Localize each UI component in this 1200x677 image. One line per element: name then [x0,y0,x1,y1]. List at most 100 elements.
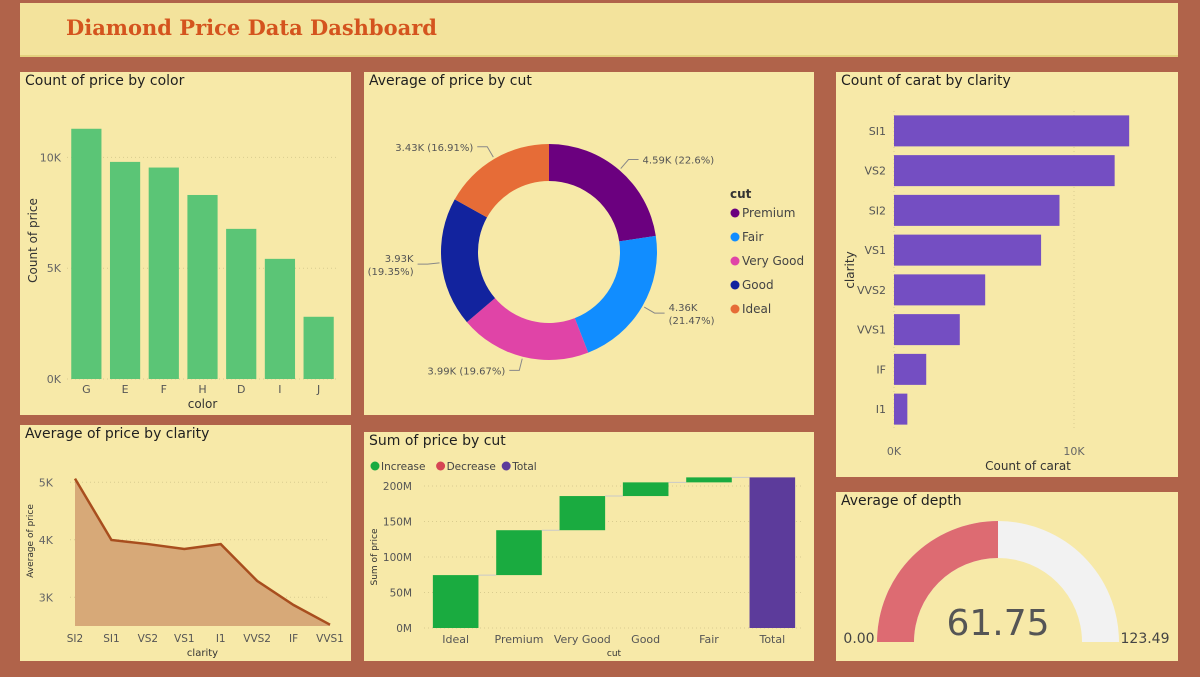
bar [71,128,102,379]
y-tick-label: VS1 [864,244,886,257]
bar [894,314,960,346]
y-tick-label: 3K [39,591,54,604]
bar [894,353,927,385]
x-tick-label: SI2 [67,633,83,645]
clarity-hbar-chart: 0K 10K SI1 VS2 SI2 VS1 VVS2 VVS1 IF I1 Count of ca… [843,111,1130,473]
y-tick-label: VVS1 [857,324,886,337]
cut-donut-chart: 4.59K (22.6%) 4.36K (21.47%) 3.99K (19.67%)… [368,143,804,378]
x-tick-label: VS1 [174,633,195,645]
donut-slice [454,144,549,218]
legend-item: Good [742,278,774,292]
bar [894,194,1060,226]
bar [894,393,908,425]
x-tick-label: Good [631,633,660,646]
depth-gauge: 61.75 0.00 123.49 [843,521,1170,647]
x-tick-label: Fair [699,633,719,646]
legend-item: Increase [381,461,425,473]
slice-label: 4.59K (22.6%) [643,156,715,167]
x-tick-label: J [316,383,320,396]
donut-slice [574,235,657,353]
legend-item: Decrease [447,461,496,473]
y-axis-label: Count of price [26,198,40,283]
legend-item: Ideal [742,302,771,316]
x-tick-label: I1 [216,633,226,645]
legend-item: Very Good [742,254,804,268]
bar [303,316,334,379]
y-tick-label: I1 [876,403,886,416]
bar [894,234,1042,266]
y-tick-label: 0K [47,373,62,386]
donut-slice [466,298,589,360]
bar [264,258,296,379]
bar [148,167,179,379]
y-tick-label: 150M [383,517,412,529]
bar [894,115,1130,147]
x-tick-label: Ideal [442,633,469,646]
x-tick-label: I [278,383,281,396]
dashboard-title: Diamond Price Data Dashboard [66,15,437,40]
y-tick-label: 10K [40,151,62,164]
bar [187,194,218,379]
slice-label: 3.99K (19.67%) [427,366,505,377]
x-tick-label: VS2 [138,633,159,645]
x-tick-label: D [237,383,245,396]
x-tick-label: F [161,383,167,396]
x-axis-label: cut [607,649,622,659]
color-bar-chart: 0K 5K 10K G E F H D I Jcolor Count of price [26,128,338,411]
color-count-panel[interactable]: Count of price by color 0K 5K 10K G E F H D I Jco… [20,72,351,415]
y-tick-label: 5K [39,476,54,489]
x-tick-label: E [122,383,129,396]
leader-line [477,146,494,158]
leader-line [643,306,665,314]
cut-donut-panel[interactable]: Average of price by cut 4.59K (22.6%) 4.3… [364,72,814,415]
x-tick-label: SI1 [103,633,119,645]
waterfall-bar [686,477,732,483]
gauge-value: 61.75 [946,603,1049,644]
leader-line [620,159,639,169]
y-tick-label: VS2 [864,165,886,178]
waterfall-bar [432,575,479,628]
slice-percent-label: (19.35%) [368,267,414,278]
y-tick-label: SI2 [869,204,886,217]
dashboard-header: Diamond Price Data Dashboard [20,3,1178,57]
legend-marker [370,461,380,471]
donut-slice [441,199,496,323]
x-tick-label: Total [758,633,785,646]
x-axis-label: color [188,397,218,411]
x-axis-label: Count of carat [985,459,1071,473]
legend-title: cut [730,187,752,201]
waterfall-panel[interactable]: Sum of price by cut 0M 50M 100M 150M 200M Inc… [364,432,814,661]
x-tick-label: VVS2 [243,633,271,645]
slice-value-label: 4.36K [669,303,698,314]
y-tick-label: VVS2 [857,284,886,297]
legend-marker [730,256,740,266]
x-tick-label: G [82,383,91,396]
y-axis-label: Sum of price [370,528,380,585]
waterfall-bar [496,530,542,576]
clarity-area-panel[interactable]: Average of price by clarity 3K 4K 5K SI2 SI1… [20,425,351,661]
y-tick-label: 4K [39,534,54,547]
x-tick-label: 0K [887,445,902,458]
depth-gauge-panel[interactable]: Average of depth 61.75 0.00 123.49 [836,492,1178,661]
y-tick-label: 0M [396,623,412,635]
x-tick-label: Premium [495,633,544,646]
donut-slice [549,144,656,242]
clarity-count-panel[interactable]: Count of carat by clarity 0K 10K SI1 VS2 SI2… [836,72,1178,477]
waterfall-bar [749,477,796,628]
bar [109,161,141,379]
y-axis-label: Average of price [26,504,36,578]
y-tick-label: 200M [383,481,412,493]
legend-item: Total [511,461,537,473]
legend-marker [730,280,740,290]
y-tick-label: SI1 [869,125,886,138]
leader-line [509,358,523,371]
gauge-max-label: 123.49 [1121,631,1170,647]
legend-item: Fair [742,230,763,244]
waterfall-bar [622,482,669,497]
waterfall-bar [559,496,606,531]
legend-item: Premium [742,206,795,220]
y-axis-label: clarity [843,251,857,288]
y-tick-label: 50M [390,588,412,600]
legend-marker [730,232,740,242]
legend-marker [730,304,740,314]
